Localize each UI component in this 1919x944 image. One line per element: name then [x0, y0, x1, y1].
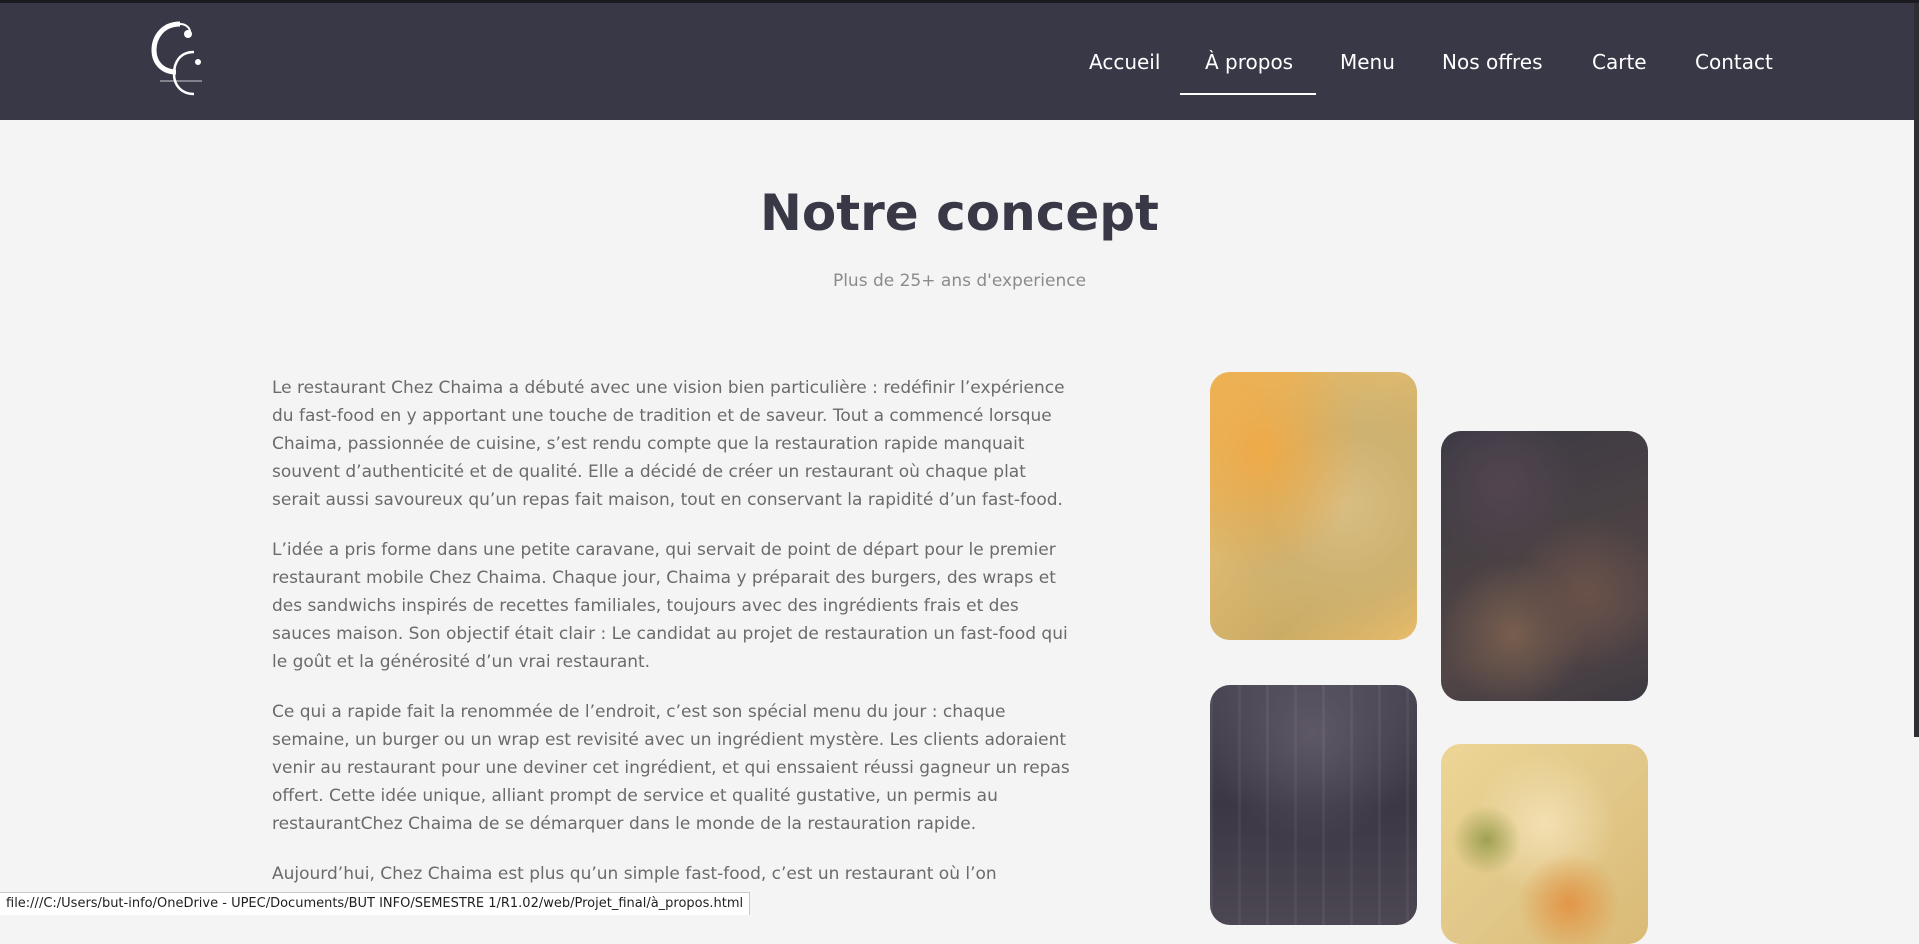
nav-accueil[interactable]: Accueil [1089, 50, 1160, 74]
page-scrollbar[interactable] [1914, 3, 1919, 737]
active-nav-indicator [1180, 93, 1316, 95]
page-title: Notre concept [760, 184, 1159, 242]
paragraph: Ce qui a rapide fait la renommée de l’en… [272, 702, 1070, 834]
nav-contact[interactable]: Contact [1695, 50, 1773, 74]
browser-status-url: file:///C:/Users/but-info/OneDrive - UPE… [0, 892, 751, 915]
nav-menu[interactable]: Menu [1340, 50, 1395, 74]
platter-photo [1441, 431, 1648, 701]
concept-text: Le restaurant Chez Chaima a débuté avec … [272, 374, 1072, 938]
paragraph: L’idée a pris forme dans une petite cara… [272, 540, 1068, 672]
nav-a-propos[interactable]: À propos [1205, 50, 1293, 74]
grilled-food-photo [1210, 372, 1417, 640]
site-header: Accueil À propos Menu Nos offres Carte C… [0, 3, 1919, 120]
nav-carte[interactable]: Carte [1592, 50, 1647, 74]
restaurant-interior-photo [1210, 685, 1417, 925]
salad-photo [1441, 744, 1648, 944]
page-subtitle: Plus de 25+ ans d'experience [832, 271, 1087, 291]
nav-nos-offres[interactable]: Nos offres [1442, 50, 1543, 74]
main-nav: Accueil À propos Menu Nos offres Carte C… [0, 3, 1919, 120]
paragraph: Le restaurant Chez Chaima a débuté avec … [272, 378, 1065, 510]
